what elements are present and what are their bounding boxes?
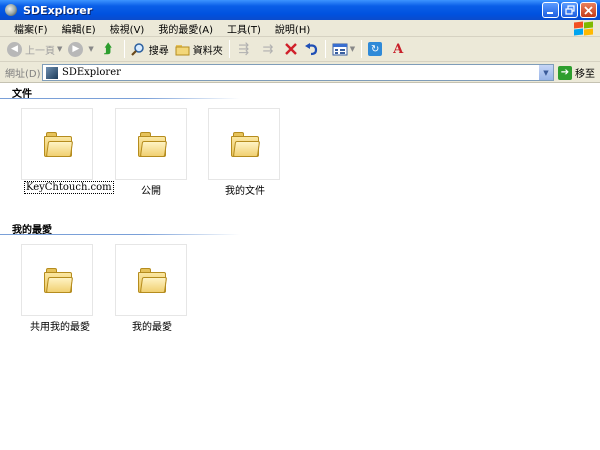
go-button[interactable]: ➔ 移至: [558, 65, 595, 80]
folder-icon: [44, 132, 74, 158]
title-bar[interactable]: SDExplorer: [0, 0, 600, 20]
folders-button[interactable]: 資料夾: [172, 39, 226, 60]
copy-to-button[interactable]: ⇉: [257, 39, 281, 60]
chevron-down-icon[interactable]: ▼: [538, 65, 553, 80]
section-divider: [0, 234, 240, 235]
minimize-icon: [547, 11, 553, 14]
delete-icon: [284, 43, 297, 55]
chevron-down-icon: ▼: [88, 45, 94, 53]
menu-edit[interactable]: 編輯(E): [55, 21, 103, 36]
sync-icon: ↻: [368, 42, 383, 56]
back-arrow-icon: ◀: [7, 41, 22, 57]
views-icon: [332, 43, 348, 55]
window-title: SDExplorer: [23, 3, 93, 17]
chevron-down-icon: ▼: [57, 45, 63, 53]
minimize-button[interactable]: [542, 2, 559, 18]
font-icon: A: [393, 41, 404, 57]
folder-caption[interactable]: KeyChtouch.com: [24, 181, 114, 194]
menu-view[interactable]: 檢視(V): [103, 21, 152, 36]
folders-label: 資料夾: [192, 45, 223, 57]
menu-tools[interactable]: 工具(T): [220, 21, 268, 36]
views-button[interactable]: ▼: [329, 39, 358, 60]
undo-button[interactable]: [301, 39, 322, 60]
windows-logo-icon: [572, 21, 594, 36]
forward-button[interactable]: ▶ ▼: [65, 39, 96, 60]
restore-icon: [564, 5, 575, 15]
folder-tile[interactable]: [21, 244, 93, 316]
back-button[interactable]: ◀ 上一頁 ▼: [4, 39, 65, 60]
back-label: 上一頁: [25, 45, 55, 57]
move-to-button[interactable]: ⇶: [233, 39, 257, 60]
address-label: 網址(D): [5, 68, 41, 80]
delete-button[interactable]: [281, 39, 301, 60]
up-folder-icon: ⮭: [103, 41, 112, 57]
folder-caption[interactable]: 共用我的最愛: [30, 318, 90, 333]
folder-tile[interactable]: [115, 108, 187, 180]
go-label: 移至: [575, 69, 595, 80]
folder-tile[interactable]: [115, 244, 187, 316]
search-icon: [131, 42, 144, 56]
folder-tile[interactable]: [21, 108, 93, 180]
section-header-documents: 文件: [0, 85, 280, 100]
address-value: SDExplorer: [62, 67, 121, 78]
toolbar-separator: [228, 40, 230, 58]
app-icon: [4, 3, 18, 17]
menu-bar: 檔案(F) 編輯(E) 檢視(V) 我的最愛(A) 工具(T) 說明(H): [0, 20, 600, 37]
restore-button[interactable]: [561, 2, 578, 18]
font-button[interactable]: A: [387, 39, 411, 60]
file-view[interactable]: 文件 KeyChtouch.com 公開 我的文件 我的最愛 共用我的最愛 我的…: [0, 84, 600, 450]
toolbar-separator: [324, 40, 326, 58]
close-button[interactable]: [580, 2, 597, 18]
menu-favorites[interactable]: 我的最愛(A): [151, 21, 220, 36]
folder-icon: [44, 268, 74, 294]
folder-caption[interactable]: 公開: [141, 182, 161, 197]
chevron-down-icon: ▼: [349, 45, 356, 53]
search-label: 搜尋: [148, 45, 169, 57]
toolbar: ◀ 上一頁 ▼ ▶ ▼ ⮭ 搜尋 資料夾 ⇶ ⇉ ▼ ↻ A: [0, 37, 600, 62]
up-button[interactable]: ⮭: [97, 39, 121, 60]
close-icon: [584, 5, 593, 15]
search-button[interactable]: 搜尋: [128, 39, 172, 60]
undo-icon: [304, 43, 317, 56]
copy-to-icon: ⇉: [262, 41, 274, 57]
sync-button[interactable]: ↻: [365, 39, 387, 60]
drive-icon: [46, 66, 58, 79]
folder-caption[interactable]: 我的文件: [225, 182, 265, 197]
toolbar-separator: [361, 40, 363, 58]
section-header-favorites: 我的最愛: [0, 221, 280, 236]
toolbar-separator: [123, 40, 125, 58]
folder-tile[interactable]: [208, 108, 280, 180]
move-to-icon: ⇶: [238, 41, 250, 57]
go-arrow-icon: ➔: [558, 65, 572, 80]
folder-caption[interactable]: 我的最愛: [132, 318, 172, 333]
menu-help[interactable]: 說明(H): [268, 21, 317, 36]
section-divider: [0, 98, 240, 99]
folder-icon: [138, 268, 168, 294]
address-bar: 網址(D) SDExplorer ▼ ➔ 移至: [0, 62, 600, 83]
folder-icon: [231, 132, 261, 158]
folder-icon: [175, 44, 190, 55]
forward-arrow-icon: ▶: [68, 41, 84, 57]
menu-file[interactable]: 檔案(F): [0, 21, 55, 36]
folder-icon: [138, 132, 168, 158]
address-input[interactable]: SDExplorer ▼: [42, 64, 554, 81]
